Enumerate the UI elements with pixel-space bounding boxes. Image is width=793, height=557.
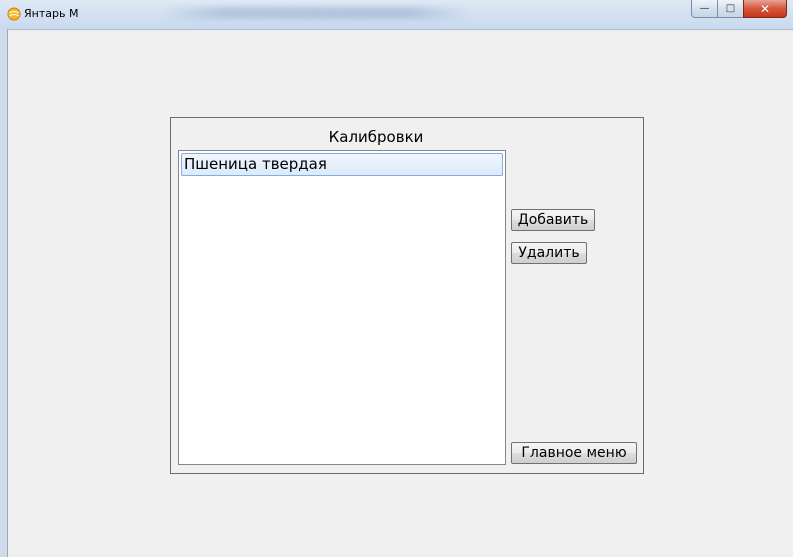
blurred-title-text xyxy=(160,7,470,19)
app-icon xyxy=(7,7,21,21)
minimize-icon: — xyxy=(699,3,710,14)
maximize-button[interactable]: □ xyxy=(717,0,743,18)
calibrations-list[interactable]: Пшеница твердая xyxy=(178,150,506,465)
close-button[interactable]: ✕ xyxy=(743,0,787,18)
title-bar[interactable]: Янтарь М — □ ✕ xyxy=(0,0,793,30)
window-title: Янтарь М xyxy=(24,7,79,20)
calibrations-panel: Калибровки Пшеница твердая Добавить Удал… xyxy=(170,117,644,474)
window-left-border xyxy=(0,29,8,557)
add-button[interactable]: Добавить xyxy=(511,209,595,231)
calibrations-title: Калибровки xyxy=(328,128,424,146)
main-menu-button[interactable]: Главное меню xyxy=(511,442,637,464)
list-item[interactable]: Пшеница твердая xyxy=(181,153,503,176)
window-controls: — □ ✕ xyxy=(691,0,787,20)
minimize-button[interactable]: — xyxy=(691,0,717,18)
app-window: Янтарь М — □ ✕ Калибровки Пшеница тверда… xyxy=(0,0,793,557)
delete-button[interactable]: Удалить xyxy=(511,242,587,264)
close-icon: ✕ xyxy=(759,1,771,16)
maximize-icon: □ xyxy=(725,3,736,14)
